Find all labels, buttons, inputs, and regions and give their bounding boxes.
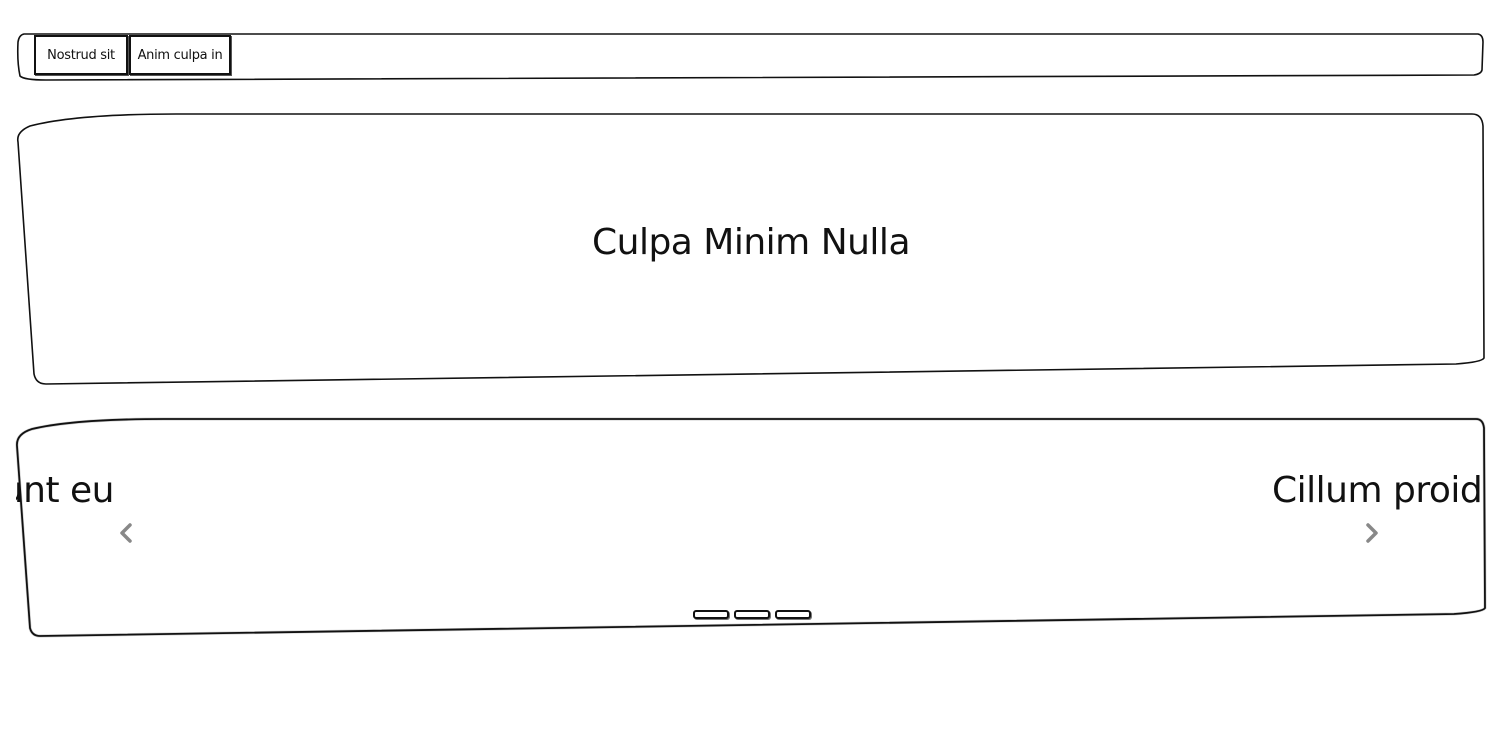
carousel: unt eu Cillum proide bbox=[14, 416, 1488, 642]
hero-title: Culpa Minim Nulla bbox=[591, 222, 911, 263]
carousel-indicator-3[interactable] bbox=[775, 610, 811, 619]
carousel-prev-button[interactable] bbox=[114, 518, 138, 548]
tab-bar-outline bbox=[16, 33, 1484, 81]
carousel-indicator-2[interactable] bbox=[734, 610, 770, 619]
carousel-viewport: unt eu Cillum proide bbox=[16, 418, 1484, 636]
hero-panel: Culpa Minim Nulla bbox=[16, 112, 1486, 388]
previous-slide-text: unt eu bbox=[16, 470, 115, 511]
chevron-left-icon bbox=[120, 523, 132, 543]
tab-anim-culpa-in[interactable]: Anim culpa in bbox=[129, 35, 231, 75]
carousel-next-button[interactable] bbox=[1360, 518, 1384, 548]
tab-label: Anim culpa in bbox=[137, 47, 223, 63]
tab-label: Nostrud sit bbox=[47, 47, 115, 63]
tab-bar: Nostrud sit Anim culpa in bbox=[16, 32, 1484, 82]
page: Nostrud sit Anim culpa in Culpa Minim Nu… bbox=[0, 0, 1500, 752]
carousel-indicators bbox=[693, 610, 811, 619]
chevron-right-icon bbox=[1366, 523, 1378, 543]
carousel-indicator-1[interactable] bbox=[693, 610, 729, 619]
tab-nostrud-sit[interactable]: Nostrud sit bbox=[34, 35, 128, 75]
next-slide-text: Cillum proide bbox=[1272, 470, 1484, 511]
